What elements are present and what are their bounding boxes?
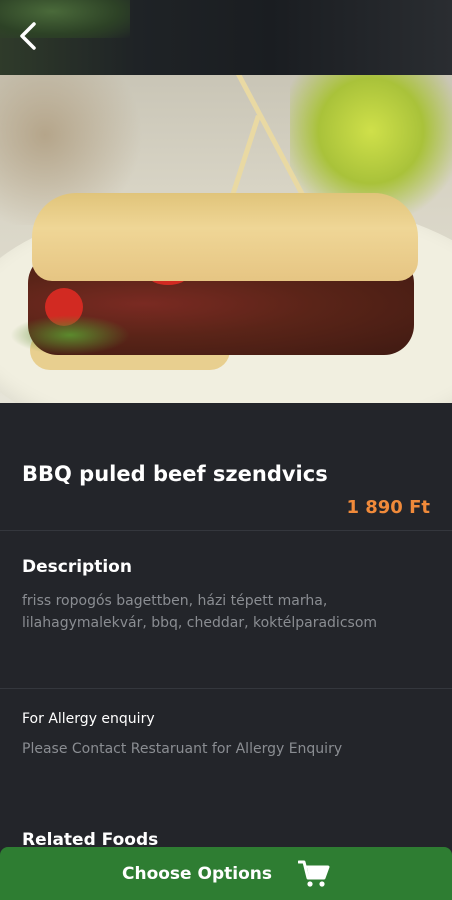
choose-options-button[interactable]: Choose Options — [0, 847, 452, 900]
product-title: BBQ puled beef szendvics — [22, 462, 328, 486]
description-text: friss ropogós bagettben, házi tépett mar… — [22, 593, 378, 631]
divider — [0, 688, 452, 689]
top-bar — [0, 0, 452, 75]
product-image — [0, 75, 452, 403]
allergy-text: Please Contact Restaruant for Allergy En… — [22, 741, 343, 757]
cart-icon — [297, 860, 330, 888]
back-button[interactable] — [10, 20, 46, 56]
product-price: 1 890 Ft — [346, 497, 430, 518]
divider — [0, 530, 452, 531]
choose-options-label: Choose Options — [122, 863, 272, 884]
chevron-left-icon — [17, 21, 39, 55]
allergy-heading: For Allergy enquiry — [22, 711, 155, 727]
description-heading: Description — [22, 557, 132, 577]
